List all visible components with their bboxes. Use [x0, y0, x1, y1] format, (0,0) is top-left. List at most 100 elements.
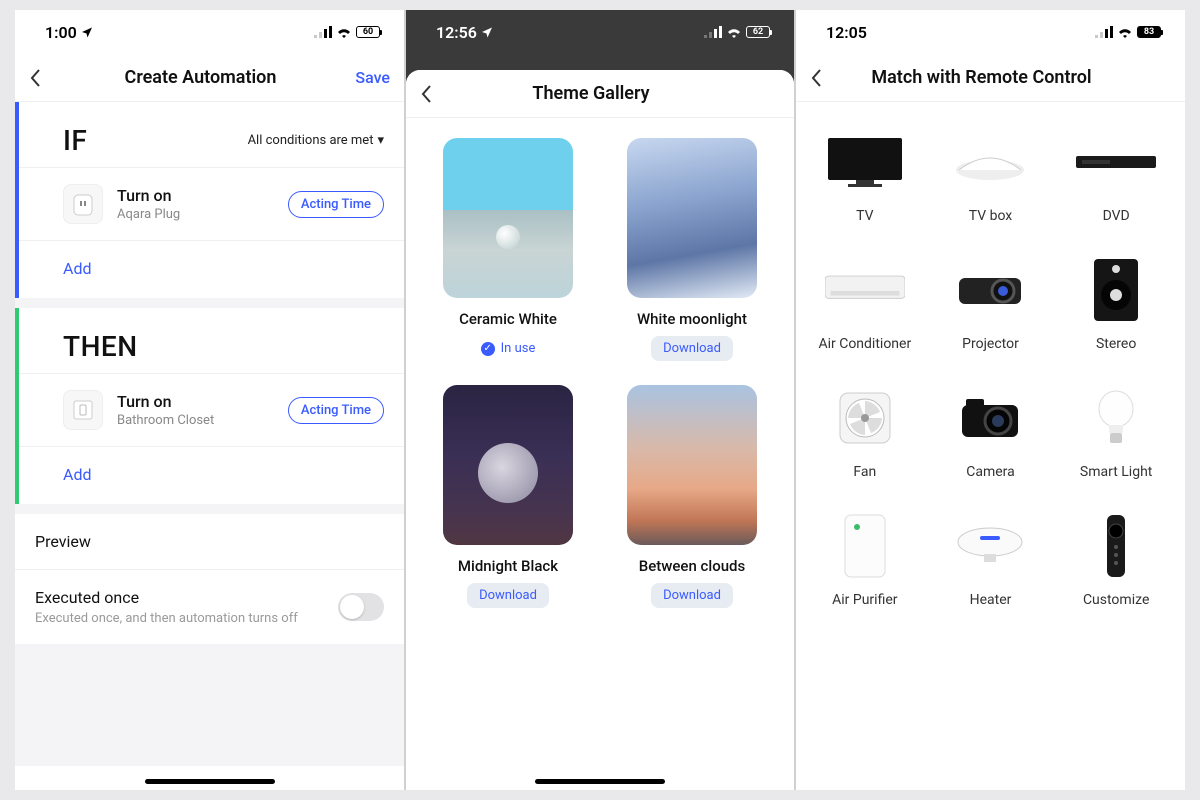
fan-icon [825, 388, 905, 448]
location-icon [81, 26, 93, 38]
purifier-icon [825, 516, 905, 576]
then-title: THEN [63, 330, 138, 363]
device-label: Air Conditioner [806, 336, 924, 352]
ac-icon [825, 260, 905, 320]
device-item-ac[interactable]: Air Conditioner [806, 260, 924, 352]
tvbox-icon [950, 132, 1030, 192]
then-item[interactable]: Turn on Bathroom Closet Acting Time [15, 373, 404, 446]
nav-bar: Theme Gallery . [406, 70, 794, 118]
then-action-label: Turn on [117, 392, 274, 411]
back-button[interactable] [29, 68, 61, 88]
device-label: Stereo [1057, 336, 1175, 352]
device-item-camera[interactable]: Camera [932, 388, 1050, 480]
device-label: Smart Light [1057, 464, 1175, 480]
device-label: TV [806, 208, 924, 224]
back-button[interactable] [810, 68, 842, 88]
device-label: Heater [932, 592, 1050, 608]
if-action-label: Turn on [117, 186, 274, 205]
then-add-button[interactable]: Add [15, 446, 404, 504]
theme-thumbnail [627, 385, 757, 545]
save-button[interactable]: Save [340, 68, 390, 87]
device-item-fan[interactable]: Fan [806, 388, 924, 480]
executed-once-title: Executed once [35, 588, 298, 607]
theme-item[interactable]: Midnight Black Download [430, 385, 586, 608]
executed-once-row: Executed once Executed once, and then au… [15, 569, 404, 644]
device-item-bulb[interactable]: Smart Light [1057, 388, 1175, 480]
theme-name: White moonlight [614, 310, 770, 328]
chevron-down-icon: ▾ [377, 133, 384, 148]
heater-icon [950, 516, 1030, 576]
preview-label: Preview [35, 532, 384, 551]
remote-icon [1076, 516, 1156, 576]
theme-name: Midnight Black [430, 557, 586, 575]
acting-time-button[interactable]: Acting Time [288, 397, 384, 424]
theme-gallery-screen: 12:56 62 [405, 10, 795, 790]
status-time: 12:05 [826, 23, 867, 42]
then-block: THEN Turn on Bathroom Closet Acting Time… [15, 308, 404, 504]
device-item-purifier[interactable]: Air Purifier [806, 516, 924, 608]
battery-icon: 83 [1137, 26, 1161, 38]
device-item-dvd[interactable]: DVD [1057, 132, 1175, 224]
if-stripe [15, 102, 19, 298]
then-stripe [15, 308, 19, 504]
if-add-button[interactable]: Add [15, 240, 404, 298]
device-label: Customize [1057, 592, 1175, 608]
condition-mode-selector[interactable]: All conditions are met ▾ [248, 133, 384, 148]
theme-status-label: Download [663, 588, 721, 603]
stereo-icon [1076, 260, 1156, 320]
home-indicator[interactable] [15, 766, 404, 790]
condition-mode-label: All conditions are met [248, 133, 374, 148]
cellular-icon [314, 26, 332, 38]
acting-time-button[interactable]: Acting Time [288, 191, 384, 218]
projector-icon [950, 260, 1030, 320]
cellular-icon [1095, 26, 1113, 38]
device-item-remote[interactable]: Customize [1057, 516, 1175, 608]
cellular-icon [704, 26, 722, 38]
location-icon [481, 26, 493, 38]
theme-item[interactable]: Ceramic White In use [430, 138, 586, 361]
tv-icon [825, 132, 905, 192]
if-title: IF [63, 124, 87, 157]
in-use-badge: In use [469, 336, 548, 361]
if-device-label: Aqara Plug [117, 207, 274, 222]
theme-name: Ceramic White [430, 310, 586, 328]
check-icon [481, 342, 495, 356]
create-automation-screen: 1:00 60 Create Automatio [15, 10, 405, 790]
device-label: TV box [932, 208, 1050, 224]
home-indicator[interactable] [406, 766, 794, 790]
device-item-tv[interactable]: TV [806, 132, 924, 224]
download-button[interactable]: Download [651, 336, 733, 361]
page-title: Match with Remote Control [842, 67, 1121, 88]
device-item-tvbox[interactable]: TV box [932, 132, 1050, 224]
theme-status-label: Download [479, 588, 537, 603]
plug-icon [63, 184, 103, 224]
battery-icon: 62 [746, 26, 770, 38]
download-button[interactable]: Download [467, 583, 549, 608]
if-block: IF All conditions are met ▾ Turn on Aqar… [15, 102, 404, 298]
nav-bar: Create Automation Save [15, 54, 404, 102]
preview-row[interactable]: Preview [15, 514, 404, 569]
if-item[interactable]: Turn on Aqara Plug Acting Time [15, 167, 404, 240]
battery-icon: 60 [356, 26, 380, 38]
switch-icon [63, 390, 103, 430]
back-button[interactable] [420, 84, 452, 104]
theme-status-label: Download [663, 341, 721, 356]
theme-item[interactable]: Between clouds Download [614, 385, 770, 608]
download-button[interactable]: Download [651, 583, 733, 608]
home-indicator[interactable] [796, 766, 1185, 790]
theme-item[interactable]: White moonlight Download [614, 138, 770, 361]
wifi-icon [1117, 26, 1133, 38]
theme-thumbnail [443, 138, 573, 298]
theme-thumbnail [627, 138, 757, 298]
device-label: Camera [932, 464, 1050, 480]
remote-control-screen: 12:05 83 Match with Remote Control . [795, 10, 1185, 790]
device-label: Fan [806, 464, 924, 480]
status-bar: 12:56 62 [406, 10, 794, 54]
wifi-icon [336, 26, 352, 38]
device-item-stereo[interactable]: Stereo [1057, 260, 1175, 352]
device-item-projector[interactable]: Projector [932, 260, 1050, 352]
bulb-icon [1076, 388, 1156, 448]
executed-once-toggle[interactable] [338, 593, 384, 621]
device-item-heater[interactable]: Heater [932, 516, 1050, 608]
dvd-icon [1076, 132, 1156, 192]
